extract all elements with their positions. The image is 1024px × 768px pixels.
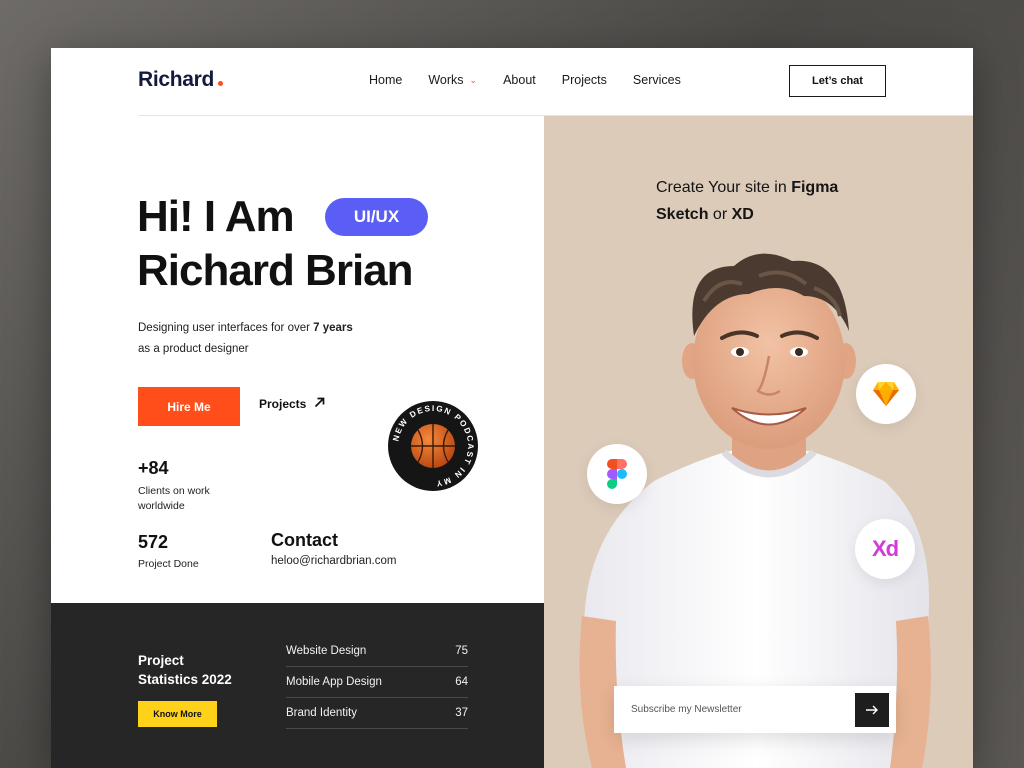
nav-services-label: Services [632, 73, 681, 87]
stat-row: Brand Identity 37 [286, 698, 468, 729]
xd-glyph: Xd [871, 536, 899, 561]
logo[interactable]: Richard [138, 68, 224, 92]
clients-count: +84 [138, 458, 169, 478]
project-statistics-section: Project Statistics 2022 Know More Websit… [51, 603, 544, 768]
basketball-icon [411, 424, 455, 468]
nav-home[interactable]: Home [369, 73, 402, 87]
adobe-xd-icon: Xd [855, 519, 915, 579]
stat-row: Mobile App Design 64 [286, 667, 468, 698]
projects-count: 572 [138, 532, 169, 552]
stat-row-value: 37 [455, 707, 468, 719]
portfolio-page: Richard Home Works ⌄ About Projects Servi… [51, 48, 973, 768]
arrow-up-right-icon [314, 397, 325, 411]
clients-label: Clients on work worldwide [138, 484, 210, 514]
stat-row-value: 64 [455, 676, 468, 688]
nav-works[interactable]: Works ⌄ [428, 73, 477, 87]
stat-row-name: Mobile App Design [286, 676, 382, 688]
hero-subtitle: Designing user interfaces for over 7 yea… [138, 318, 353, 360]
chevron-down-icon: ⌄ [469, 74, 478, 85]
nav-about[interactable]: About [503, 73, 536, 87]
statistics-title-line2: Statistics 2022 [138, 672, 232, 687]
stat-row-value: 75 [455, 645, 468, 657]
stat-row-name: Website Design [286, 645, 367, 657]
know-more-button[interactable]: Know More [138, 701, 217, 727]
nav-works-label: Works [428, 73, 464, 87]
projects-link[interactable]: Projects [259, 397, 325, 411]
sketch-icon [856, 364, 916, 424]
projects-done-label: Project Done [138, 558, 199, 570]
nav-about-label: About [503, 73, 536, 87]
hero-image-panel: Create Your site in Figma Sketch or XD X… [544, 116, 973, 768]
podcast-stamp: NEW DESIGN PODCAST IN MY [387, 400, 479, 492]
newsletter-submit-button[interactable] [855, 692, 889, 727]
nav-projects[interactable]: Projects [562, 73, 607, 87]
role-badge: UI/UX [325, 198, 428, 236]
nav-home-label: Home [369, 73, 403, 87]
hire-me-button[interactable]: Hire Me [138, 387, 240, 426]
contact-email[interactable]: heloo@richardbrian.com [271, 555, 396, 567]
clients-label-line2: worldwide [138, 500, 185, 512]
subtitle-years: 7 years [313, 322, 353, 334]
statistics-title-line1: Project [138, 653, 184, 668]
stat-row: Website Design 75 [286, 636, 468, 667]
clients-label-line1: Clients on work [138, 485, 210, 497]
figma-icon [587, 444, 647, 504]
main-nav: Home Works ⌄ About Projects Services [369, 73, 681, 87]
stat-row-name: Brand Identity [286, 707, 357, 719]
lets-chat-button[interactable]: Let’s chat [789, 65, 886, 97]
logo-text: Richard [138, 68, 215, 91]
projects-link-label: Projects [259, 397, 307, 411]
statistics-title: Project Statistics 2022 [138, 651, 232, 689]
hero-title-line1: Hi! I Am [137, 192, 295, 241]
arrow-right-icon [865, 705, 878, 714]
newsletter-email-input[interactable] [631, 704, 841, 715]
hero-title-line2: Richard Brian [137, 246, 414, 295]
nav-services[interactable]: Services [633, 73, 681, 87]
nav-projects-label: Projects [561, 73, 607, 87]
newsletter-form [614, 686, 896, 733]
contact-title: Contact [271, 530, 338, 550]
portrait-photo [579, 253, 931, 768]
subtitle-prefix: Designing user interfaces for over [138, 322, 310, 334]
logo-dot [218, 81, 224, 86]
subtitle-suffix: as a product designer [138, 343, 249, 355]
